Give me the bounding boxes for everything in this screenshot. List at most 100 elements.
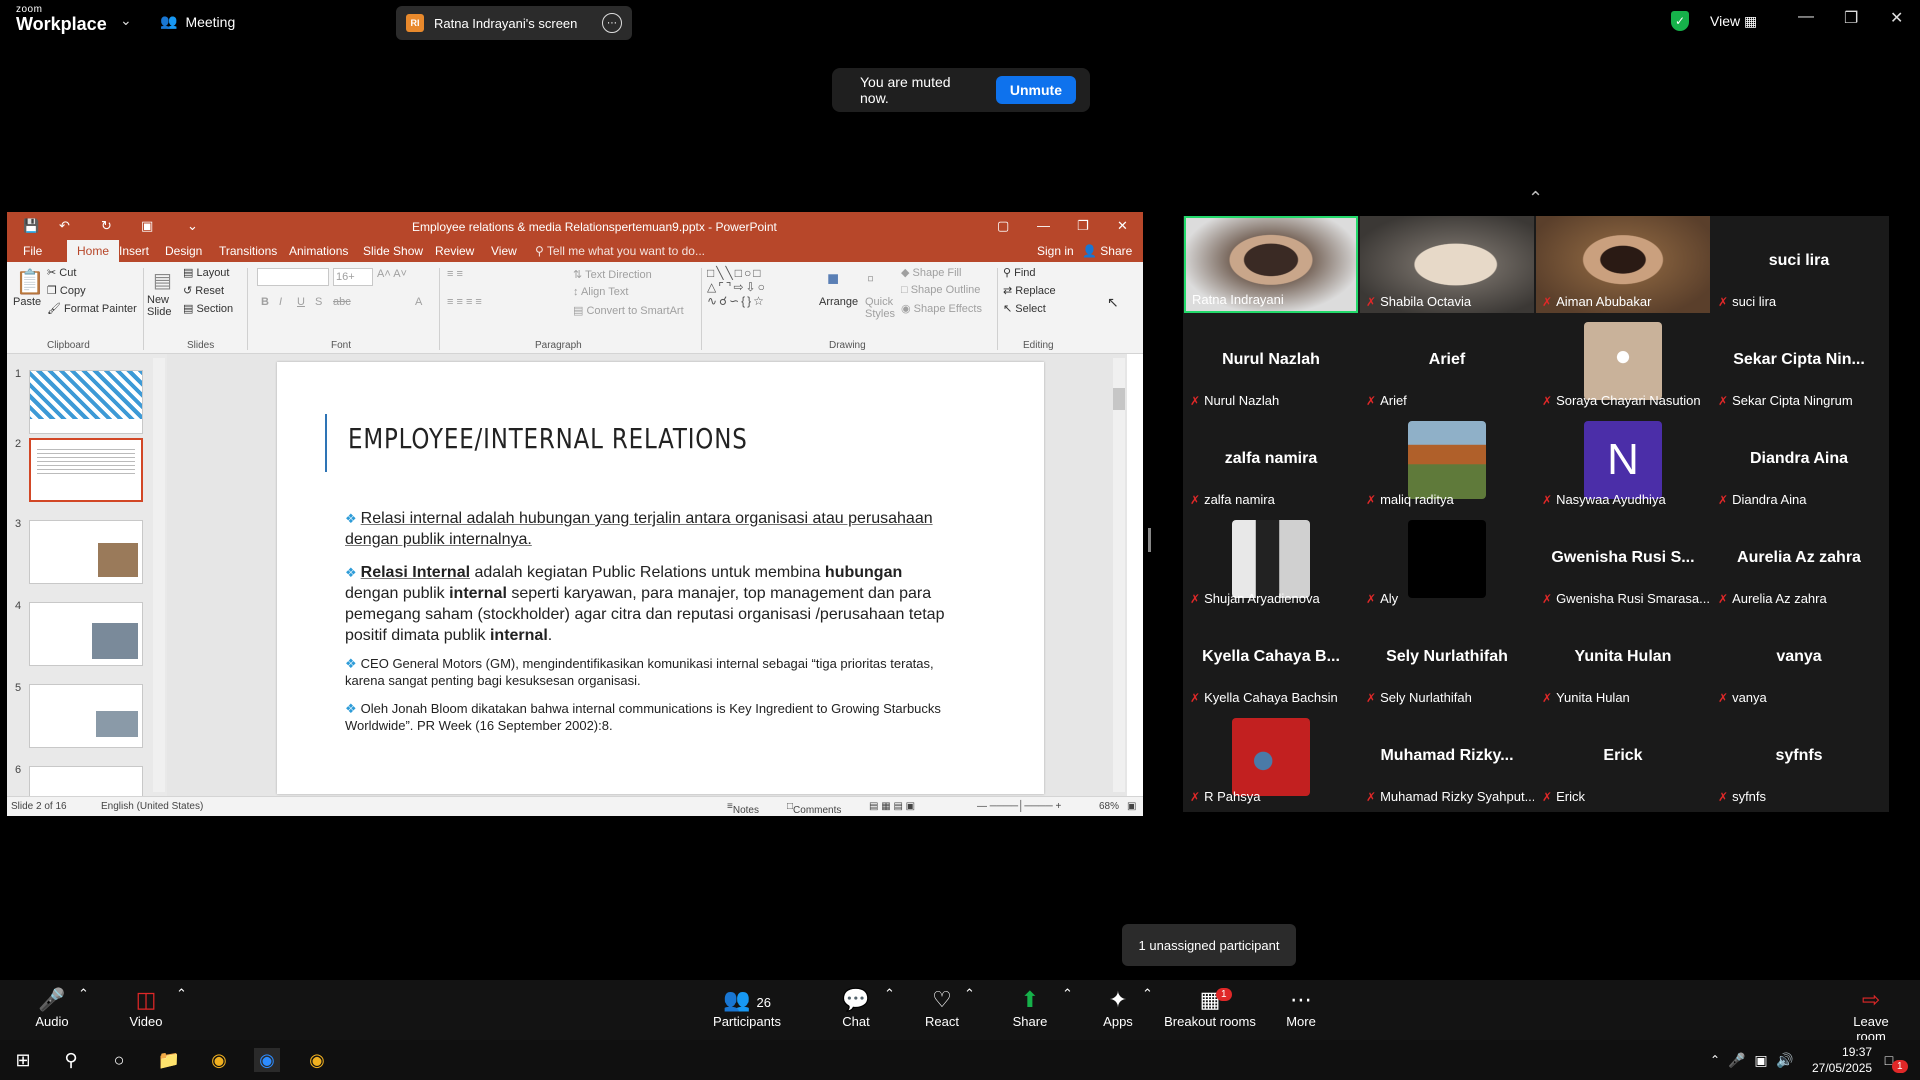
tab-design[interactable]: Design <box>165 244 202 258</box>
react-options-caret[interactable]: ⌃ <box>964 986 975 1002</box>
ppt-share-button[interactable]: 👤 Share <box>1082 244 1132 258</box>
chat-options-caret[interactable]: ⌃ <box>884 986 895 1002</box>
slide-thumbnail[interactable] <box>29 370 143 434</box>
microphone-icon[interactable]: 🎤 <box>1724 1048 1750 1072</box>
shape-outline-button[interactable]: □ Shape Outline <box>901 284 980 296</box>
arrange-button[interactable]: Arrange <box>819 296 858 308</box>
tab-view[interactable]: View <box>491 244 517 258</box>
video-options-caret[interactable]: ⌃ <box>176 986 187 1002</box>
participant-tile[interactable]: ✗ Shabila Octavia <box>1360 216 1534 313</box>
participant-tile[interactable]: ✗ Soraya Chayari Nasution <box>1536 315 1710 412</box>
breakout-rooms-button[interactable]: ▦ Breakout rooms <box>1164 986 1256 1029</box>
security-shield-icon[interactable]: ✓ <box>1671 11 1689 31</box>
tab-transitions[interactable]: Transitions <box>219 244 277 258</box>
participant-tile[interactable]: syfnfs ✗ syfnfs <box>1712 711 1886 808</box>
leave-room-button[interactable]: ⇨ Leave room <box>1838 986 1904 1044</box>
share-button[interactable]: ⬆ Share <box>1010 986 1050 1029</box>
paste-button[interactable]: Paste <box>13 296 41 308</box>
tab-home[interactable]: Home <box>67 240 120 262</box>
ppt-restore-icon[interactable]: ❐ <box>1077 218 1089 234</box>
participant-tile[interactable]: Nurul Nazlah ✗ Nurul Nazlah <box>1184 315 1358 412</box>
new-slide-button[interactable]: New Slide <box>147 294 187 318</box>
copy-button[interactable]: ❐ Copy <box>47 284 86 297</box>
more-button[interactable]: ⋯ More <box>1284 986 1318 1029</box>
font-size-dropdown[interactable]: 16+ <box>333 268 373 286</box>
more-options-icon[interactable]: ⋯ <box>602 13 622 33</box>
view-switch-icons[interactable]: ▤ ▦ ▤ ▣ <box>869 801 915 812</box>
apps-options-caret[interactable]: ⌃ <box>1142 986 1153 1002</box>
undo-icon[interactable]: ↶ <box>59 218 70 234</box>
unmute-button[interactable]: Unmute <box>995 76 1076 104</box>
sign-in-link[interactable]: Sign in <box>1037 244 1074 258</box>
participant-tile[interactable]: Gwenisha Rusi S... ✗ Gwenisha Rusi Smaras… <box>1536 513 1710 610</box>
tab-animations[interactable]: Animations <box>289 244 348 258</box>
quick-styles-icon[interactable]: ▫ <box>867 268 874 291</box>
video-button[interactable]: ◫ Video <box>124 986 168 1029</box>
participant-tile[interactable]: Ratna Indrayani <box>1184 216 1358 313</box>
ppt-close-icon[interactable]: ✕ <box>1117 218 1128 234</box>
participant-tile[interactable]: Sely Nurlathifah ✗ Sely Nurlathifah <box>1360 612 1534 709</box>
react-button[interactable]: ♡ React <box>922 986 962 1029</box>
zoom-app-icon[interactable]: ◉ <box>254 1048 280 1072</box>
task-view-icon[interactable]: ○ <box>106 1048 132 1072</box>
participant-tile[interactable]: Kyella Cahaya B... ✗ Kyella Cahaya Bachsi… <box>1184 612 1358 709</box>
notes-button[interactable]: ≡ Notes <box>727 801 759 816</box>
apps-button[interactable]: ✦ Apps <box>1100 986 1136 1029</box>
cut-button[interactable]: ✂ Cut <box>47 266 76 279</box>
replace-button[interactable]: ⇄ Replace <box>1003 284 1056 297</box>
meeting-button[interactable]: 👥 Meeting <box>160 13 235 30</box>
system-clock[interactable]: 19:37 27/05/2025 <box>1812 1044 1872 1076</box>
split-view-handle[interactable] <box>1148 528 1151 552</box>
participant-tile[interactable]: N ✗ Nasywaa Ayudhiya <box>1536 414 1710 511</box>
audio-button[interactable]: 🎤 Audio <box>34 986 70 1029</box>
text-direction-button[interactable]: ⇅ Text Direction <box>573 268 652 281</box>
new-slide-icon[interactable]: ▤ <box>153 268 172 293</box>
volume-icon[interactable]: 🔊 <box>1772 1048 1798 1072</box>
tab-file[interactable]: File <box>23 244 42 258</box>
view-button[interactable]: View ▦ <box>1710 13 1757 30</box>
search-icon[interactable]: ⚲ <box>58 1048 84 1072</box>
comments-button[interactable]: □ Comments <box>787 801 841 816</box>
participant-tile[interactable]: ✗ R Pahsya <box>1184 711 1358 808</box>
chrome-icon[interactable]: ◉ <box>304 1048 330 1072</box>
underline-icon[interactable]: U <box>297 296 305 308</box>
bullets-icon[interactable]: ≡ ≡ <box>447 268 463 280</box>
file-explorer-icon[interactable]: 📁 <box>156 1048 182 1072</box>
slide-scrollbar[interactable] <box>1113 358 1125 792</box>
redo-icon[interactable]: ↻ <box>101 218 112 234</box>
participant-tile[interactable]: Yunita Hulan ✗ Yunita Hulan <box>1536 612 1710 709</box>
thumbs-scrollbar[interactable] <box>153 358 165 792</box>
restore-icon[interactable]: ❐ <box>1844 8 1858 28</box>
slide-thumbnail-selected[interactable] <box>29 438 143 502</box>
select-button[interactable]: ↖ Select <box>1003 302 1046 315</box>
slide-thumbnail[interactable] <box>29 602 143 666</box>
participant-tile[interactable]: zalfa namira ✗ zalfa namira <box>1184 414 1358 511</box>
strikethrough-icon[interactable]: abc <box>333 296 351 308</box>
tab-review[interactable]: Review <box>435 244 474 258</box>
participant-tile[interactable]: vanya ✗ vanya <box>1712 612 1886 709</box>
shape-effects-button[interactable]: ◉ Shape Effects <box>901 302 982 315</box>
zoom-level[interactable]: 68% <box>1099 801 1119 812</box>
slide-thumbnail[interactable] <box>29 684 143 748</box>
quick-styles-button[interactable]: Quick Styles <box>865 296 899 320</box>
find-button[interactable]: ⚲ Find <box>1003 266 1036 279</box>
participant-tile[interactable]: suci lira ✗ suci lira <box>1712 216 1886 313</box>
shapes-gallery[interactable]: □╲╲□○□ △⌜⌝⇨⇩○ ∿☌∽{}☆ <box>707 266 767 308</box>
participant-tile[interactable]: Diandra Aina ✗ Diandra Aina <box>1712 414 1886 511</box>
participant-tile[interactable]: ✗ Aly <box>1360 513 1534 610</box>
current-slide[interactable]: EMPLOYEE/INTERNAL RELATIONS ❖ Relasi inte… <box>277 362 1044 794</box>
save-icon[interactable]: 💾 <box>23 218 39 234</box>
chrome-icon[interactable]: ◉ <box>206 1048 232 1072</box>
participant-tile[interactable]: ✗ maliq raditya <box>1360 414 1534 511</box>
share-options-caret[interactable]: ⌃ <box>1062 986 1073 1002</box>
reset-button[interactable]: ↺ Reset <box>183 284 224 297</box>
participant-tile[interactable]: Sekar Cipta Nin... ✗ Sekar Cipta Ningrum <box>1712 315 1886 412</box>
chevron-up-icon[interactable]: ⌃ <box>1528 188 1543 209</box>
audio-options-caret[interactable]: ⌃ <box>78 986 89 1002</box>
participant-tile[interactable]: Aurelia Az zahra ✗ Aurelia Az zahra <box>1712 513 1886 610</box>
customize-icon[interactable]: ⌄ <box>187 218 198 234</box>
chevron-down-icon[interactable]: ⌄ <box>120 12 132 29</box>
participant-tile[interactable]: ✗ Aiman Abubakar <box>1536 216 1710 313</box>
participant-tile[interactable]: Muhamad Rizky... ✗ Muhamad Rizky Syahput.… <box>1360 711 1534 808</box>
format-painter-button[interactable]: 🖌 Format Painter <box>47 302 137 315</box>
